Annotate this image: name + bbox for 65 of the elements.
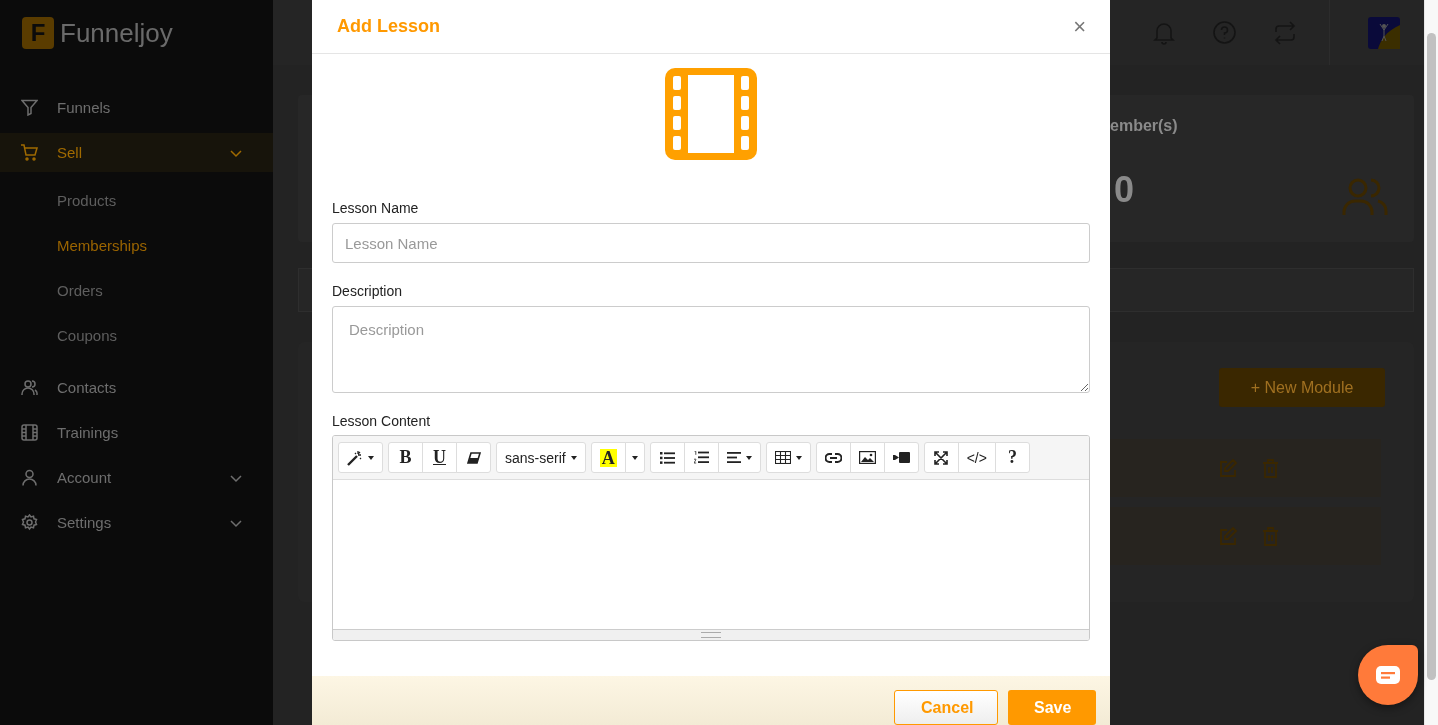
sidebar-item[interactable]: Sell	[0, 133, 273, 172]
users-icon	[1342, 178, 1388, 216]
sidebar-item[interactable]: Settings	[0, 503, 273, 542]
filter-icon	[21, 99, 38, 116]
film-icon	[21, 424, 38, 441]
save-button[interactable]: Save	[1008, 690, 1096, 725]
color-button[interactable]: A	[590, 442, 626, 473]
sidebar-subitem[interactable]: Products	[57, 178, 117, 223]
table-icon	[774, 451, 791, 464]
toolbar-button[interactable]	[456, 442, 491, 473]
eraser-icon	[466, 451, 481, 464]
new-module-button[interactable]: + New Module	[1219, 368, 1385, 407]
logo-mark: F	[22, 17, 54, 49]
sidebar-subitem[interactable]: Orders	[57, 268, 103, 313]
toolbar-button[interactable]	[883, 442, 919, 473]
sidebar-subitem[interactable]: Coupons	[57, 313, 118, 358]
toolbar-button[interactable]	[765, 442, 811, 473]
font-dropdown[interactable]: sans-serif	[496, 442, 586, 473]
sidebar-item[interactable]: Contacts	[0, 368, 273, 407]
caret-icon	[795, 455, 802, 460]
image-icon	[858, 451, 876, 464]
toolbar-button[interactable]	[849, 442, 885, 473]
cart-icon	[21, 144, 38, 161]
toolbar-button[interactable]: </>	[957, 442, 996, 473]
sidebar-item[interactable]: Trainings	[0, 413, 273, 452]
modal-title: Add Lesson	[337, 16, 440, 37]
lesson-name-field[interactable]: Lesson Name	[332, 223, 1090, 263]
toolbar-button[interactable]	[338, 442, 383, 473]
toolbar-button[interactable]: B	[388, 442, 423, 473]
caret-icon	[570, 455, 577, 460]
users-icon	[21, 379, 38, 396]
chat-icon	[1376, 666, 1400, 684]
sidebar-item[interactable]: Account	[0, 458, 273, 497]
user-icon	[21, 469, 38, 486]
fullscreen-icon	[934, 450, 949, 465]
settings-icon	[21, 514, 38, 531]
caret-icon	[368, 455, 374, 460]
field-label: Description	[332, 283, 404, 299]
toolbar-button[interactable]: U	[422, 442, 457, 473]
magic-wand-icon	[347, 449, 363, 466]
stat-label: ember(s)	[1110, 117, 1178, 135]
toolbar-button[interactable]	[649, 442, 685, 473]
align-icon	[726, 452, 741, 463]
stat-value: 0	[1114, 169, 1135, 211]
toolbar-button[interactable]	[683, 442, 719, 473]
numbered-list-icon	[693, 451, 709, 464]
toolbar-button[interactable]	[923, 442, 959, 473]
field-label: Lesson Name	[332, 200, 420, 216]
cancel-button[interactable]: Cancel	[894, 690, 998, 725]
description-field[interactable]: Description	[332, 306, 1090, 393]
video-icon	[892, 452, 910, 463]
sidebar-item[interactable]: Funnels	[0, 88, 273, 127]
field-label: Lesson Content	[332, 413, 432, 429]
sidebar-subitem[interactable]: Memberships	[57, 223, 148, 268]
toolbar-button[interactable]: ?	[994, 442, 1030, 473]
logo-text: Funneljoy	[60, 17, 173, 49]
toolbar-button[interactable]	[717, 442, 761, 473]
toolbar-button[interactable]	[815, 442, 851, 473]
resize-handle[interactable]	[701, 632, 721, 638]
close-button[interactable]: ×	[1069, 13, 1090, 40]
film-icon	[665, 68, 757, 160]
caret-icon	[745, 455, 752, 460]
link-icon	[824, 452, 842, 463]
scrollbar-thumb[interactable]	[1427, 33, 1436, 680]
bullet-list-icon	[659, 451, 675, 464]
